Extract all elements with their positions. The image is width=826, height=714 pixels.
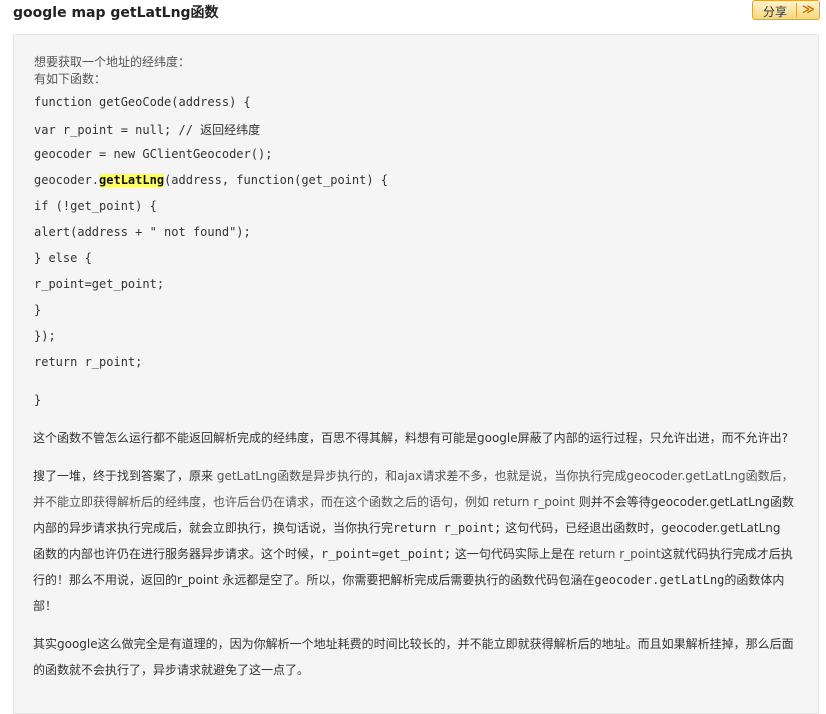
p2-seg-g: r_point=get_point; <box>321 547 452 561</box>
p2-seg-i: return r_point <box>578 547 661 561</box>
code-line-6: alert(address + " not found"); <box>34 225 251 239</box>
paragraph-3: 其实google这么做完全是有道理的，因为你解析一个地址耗费的时间比较长的，并不… <box>33 637 794 677</box>
code-line-9: } <box>34 303 42 317</box>
code-line-3: geocoder = new GClientGeocoder(); <box>34 147 273 161</box>
intro-text: 想要获取一个地址的经纬度： 有如下函数： <box>34 54 190 88</box>
p2-seg-k: geocoder.getLatLng <box>594 573 725 587</box>
p2-seg-e: return r_point; <box>393 521 502 535</box>
code-line-5: if (!get_point) { <box>34 199 157 213</box>
paragraph-1: 这个函数不管怎么运行都不能返回解析完成的经纬度，百思不得其解，料想有可能是goo… <box>33 431 789 445</box>
intro-line-2: 有如下函数： <box>34 72 107 86</box>
code-line-1: function getGeoCode(address) { <box>34 95 251 109</box>
share-label: 分享 <box>763 5 788 19</box>
share-divider <box>796 3 797 17</box>
code-line-4-post: (address, function(get_point) { <box>164 173 389 187</box>
code-line-2: var r_point = null; // 返回经纬度 <box>34 123 261 137</box>
header-bar: google map getLatLng函数 分享 ≫ <box>0 0 826 26</box>
share-button[interactable]: 分享 ≫ <box>752 0 820 20</box>
code-line-11: return r_point; <box>34 355 143 369</box>
code-line-7: } else { <box>34 251 92 265</box>
paragraph-2: 搜了一堆，终于找到答案了，原来 getLatLng函数是异步执行的，和ajax请… <box>33 463 795 619</box>
code-line-4: geocoder.getLatLng(address, function(get… <box>34 173 388 187</box>
double-chevron-icon: ≫ <box>802 2 815 16</box>
code-line-10: }); <box>34 329 56 343</box>
highlight-getlatlng: getLatLng <box>99 173 165 187</box>
intro-line-1: 想要获取一个地址的经纬度： <box>34 55 191 69</box>
p2-seg-c: return r_point <box>492 495 575 509</box>
code-line-4-pre: geocoder. <box>34 173 100 187</box>
page-title: google map getLatLng函数 <box>13 5 219 21</box>
code-line-12: } <box>34 393 42 407</box>
code-line-8: r_point=get_point; <box>34 277 165 291</box>
p2-seg-a: 搜了一堆，终于找到答案了，原来 <box>33 469 217 483</box>
p2-seg-h: 这一句代码实际上是在 <box>451 547 579 561</box>
